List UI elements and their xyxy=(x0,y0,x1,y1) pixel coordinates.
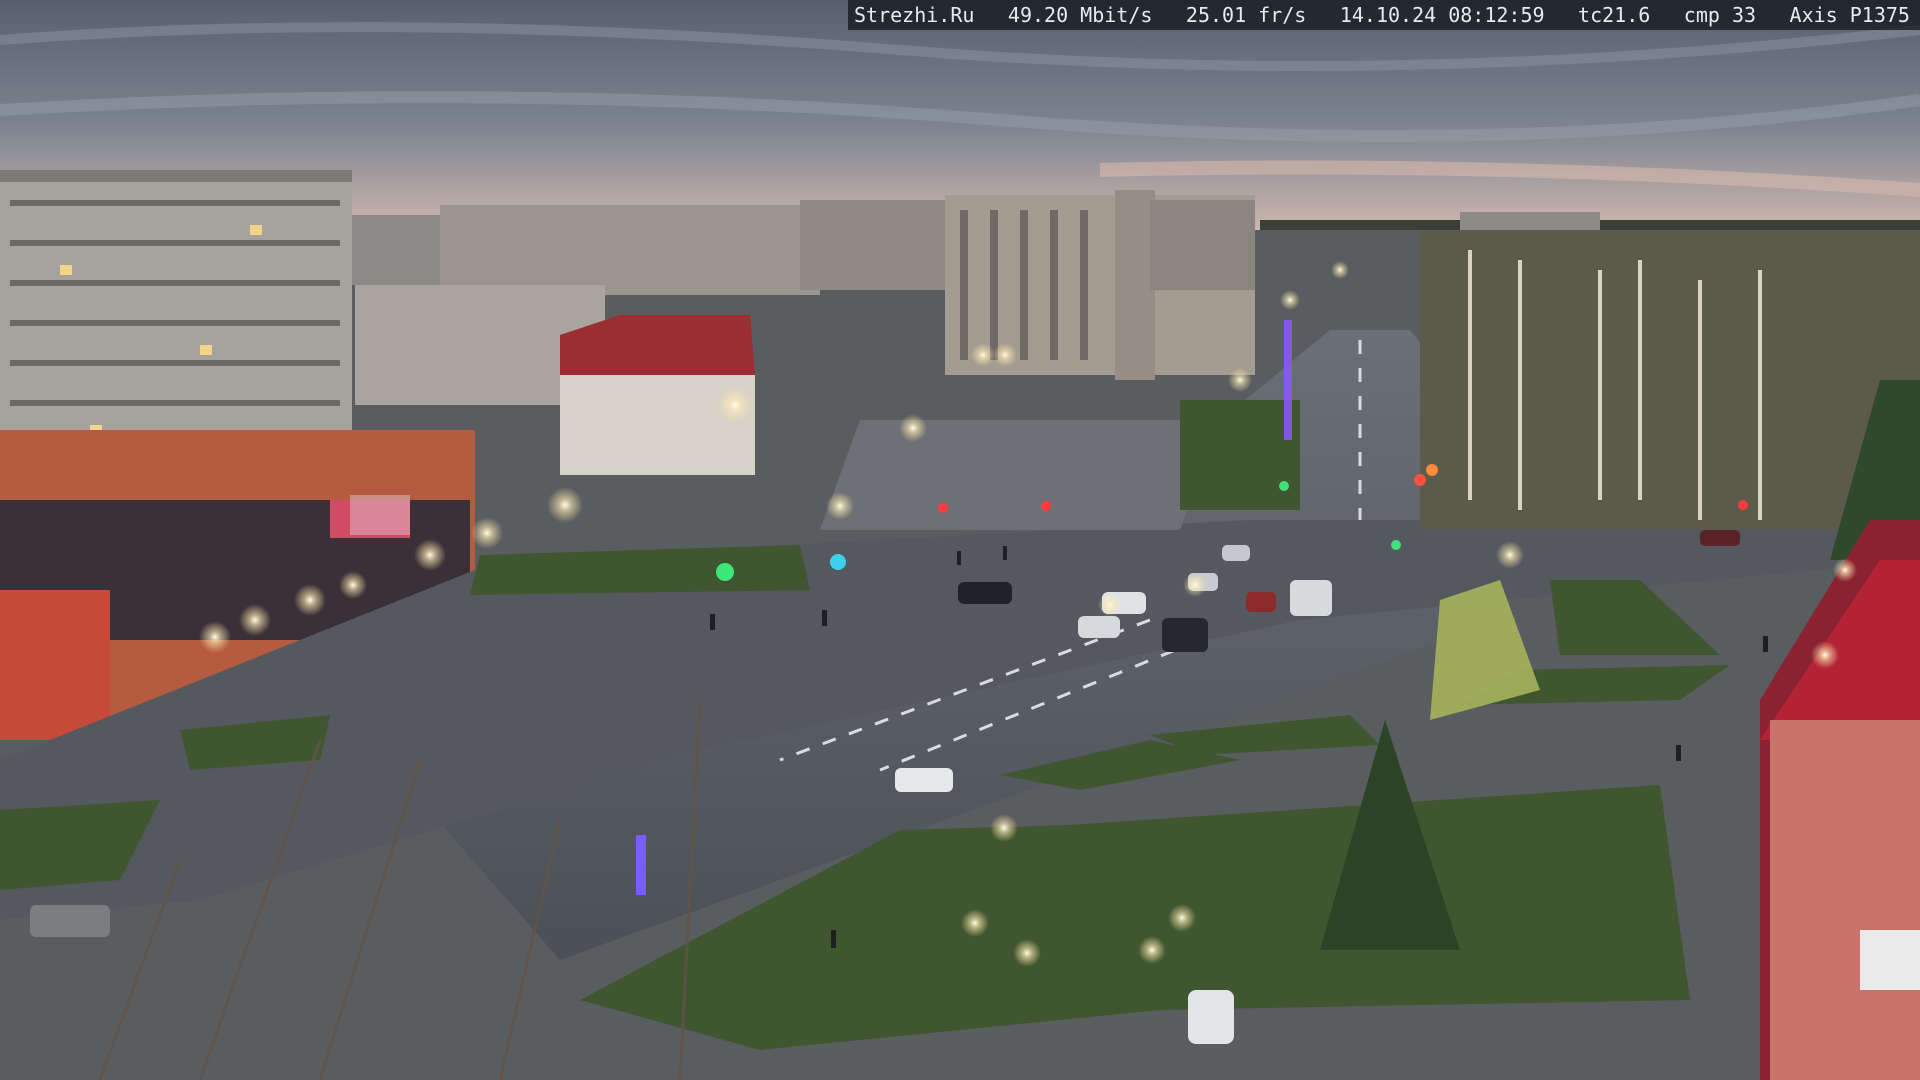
osd-bitrate: 49.20 Mbit/s xyxy=(1007,3,1153,27)
osd-datetime: 14.10.24 08:12:59 xyxy=(1339,3,1545,27)
webcam-frame: Strezhi.Ru 49.20 Mbit/s 25.01 fr/s 14.10… xyxy=(0,0,1920,1080)
osd-cmp: cmp 33 xyxy=(1683,3,1757,27)
camera-osd-overlay: Strezhi.Ru 49.20 Mbit/s 25.01 fr/s 14.10… xyxy=(848,0,1920,30)
osd-camera-model: Axis P1375 xyxy=(1789,3,1910,27)
city-street-scene xyxy=(0,0,1920,1080)
right-tree-row xyxy=(1420,230,1920,560)
osd-site: Strezhi.Ru xyxy=(854,3,975,27)
osd-tc: tc21.6 xyxy=(1578,3,1651,27)
osd-framerate: 25.01 fr/s xyxy=(1185,3,1307,27)
plaza xyxy=(820,420,1220,530)
